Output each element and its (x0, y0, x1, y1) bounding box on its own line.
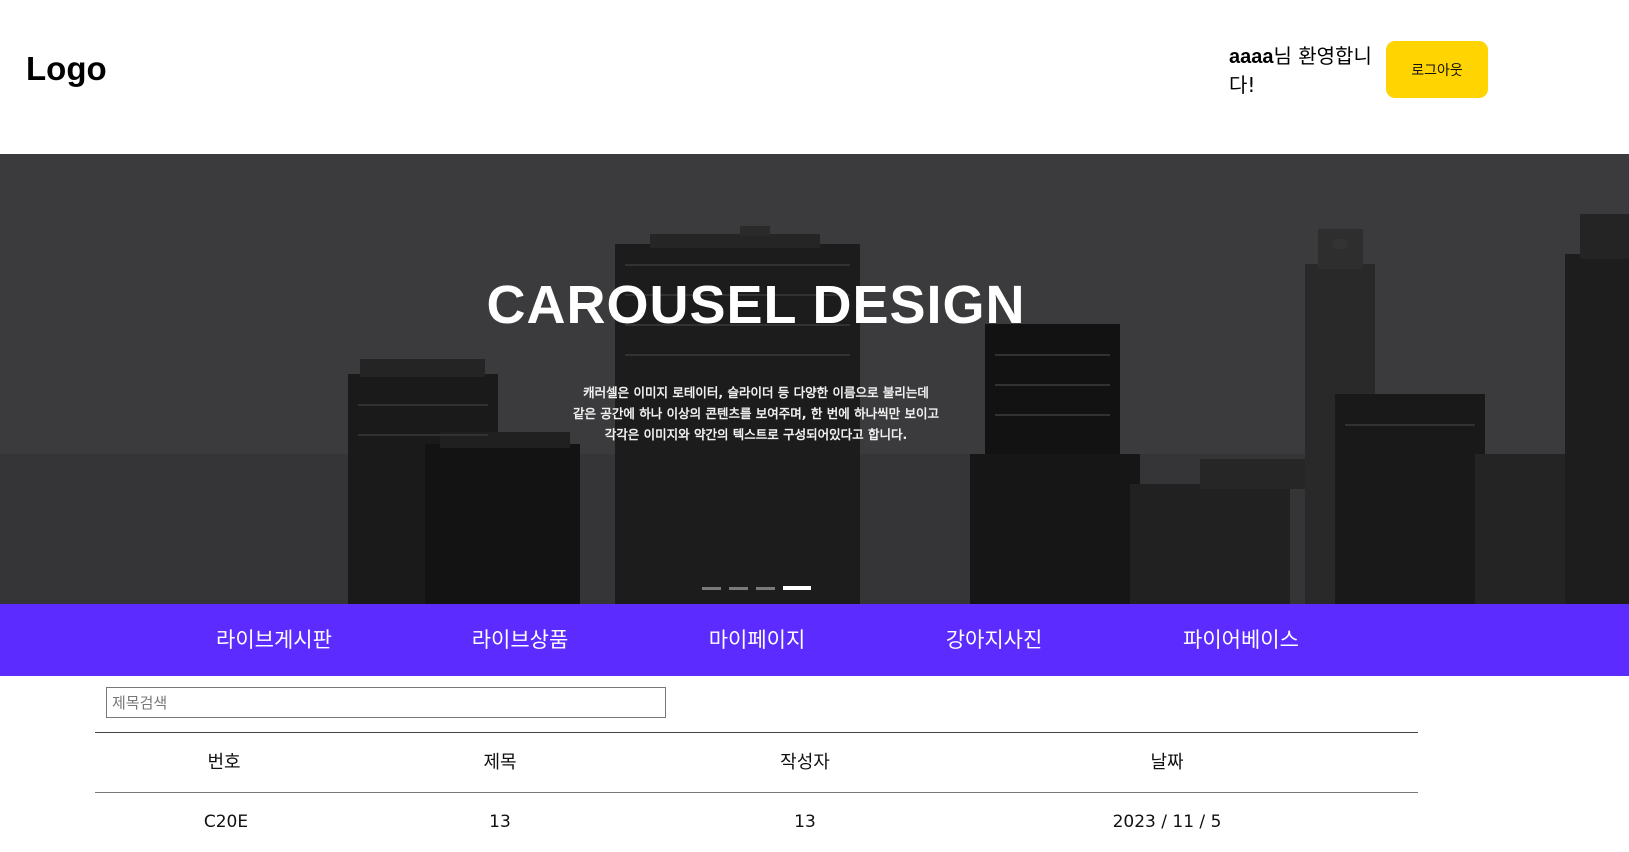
carousel-indicators (702, 586, 811, 590)
nav-item-dog-photos[interactable]: 강아지사진 (934, 604, 1054, 676)
column-header-title: 제목 (483, 752, 517, 773)
carousel-indicator-4[interactable] (783, 586, 811, 590)
board-table: 번호 제목 작성자 날짜 C20E 13 13 2023 / 11 / 5 (95, 732, 1418, 852)
table-header: 번호 제목 작성자 날짜 (95, 733, 1418, 793)
title-search-input[interactable] (106, 687, 666, 718)
row-author: 13 (794, 812, 816, 832)
header: Logo aaaa님 환영합니다! 로그아웃 (0, 0, 1629, 154)
row-title[interactable]: 13 (489, 793, 511, 852)
welcome-username: aaaa (1229, 46, 1274, 68)
table-row[interactable]: C20E 13 13 2023 / 11 / 5 (95, 793, 1418, 852)
carousel-description-line: 각각은 이미지와 약간의 텍스트로 구성되어있다고 합니다. (604, 427, 908, 442)
carousel-title: CAROUSEL DESIGN (486, 275, 1026, 335)
row-number: C20E (203, 812, 249, 832)
nav-item-firebase[interactable]: 파이어베이스 (1171, 604, 1311, 676)
city-skyline-image (0, 154, 1629, 604)
main-nav: 라이브게시판 라이브상품 마이페이지 강아지사진 파이어베이스 (0, 604, 1629, 676)
column-header-date: 날짜 (1150, 752, 1184, 773)
welcome-message: aaaa님 환영합니다! (1229, 42, 1389, 99)
carousel-indicator-2[interactable] (729, 586, 748, 590)
nav-item-live-products[interactable]: 라이브상품 (460, 604, 580, 676)
logo[interactable]: Logo (26, 50, 107, 88)
carousel-indicator-3[interactable] (756, 586, 775, 590)
column-header-number: 번호 (207, 752, 241, 773)
nav-item-my-page[interactable]: 마이페이지 (697, 604, 817, 676)
column-header-author: 작성자 (780, 752, 830, 773)
logout-button[interactable]: 로그아웃 (1386, 41, 1488, 98)
carousel: CAROUSEL DESIGN 캐러셀은 이미지 로테이터, 슬라이더 등 다양… (0, 154, 1629, 604)
nav-item-live-board[interactable]: 라이브게시판 (214, 604, 334, 676)
row-date: 2023 / 11 / 5 (1112, 812, 1222, 832)
carousel-description-line: 캐러셀은 이미지 로테이터, 슬라이더 등 다양한 이름으로 불리는데 (583, 385, 929, 400)
carousel-indicator-1[interactable] (702, 586, 721, 590)
carousel-description-line: 같은 공간에 하나 이상의 콘텐츠를 보여주며, 한 번에 하나씩만 보이고 (573, 406, 939, 421)
carousel-description: 캐러셀은 이미지 로테이터, 슬라이더 등 다양한 이름으로 불리는데 같은 공… (0, 382, 1512, 445)
